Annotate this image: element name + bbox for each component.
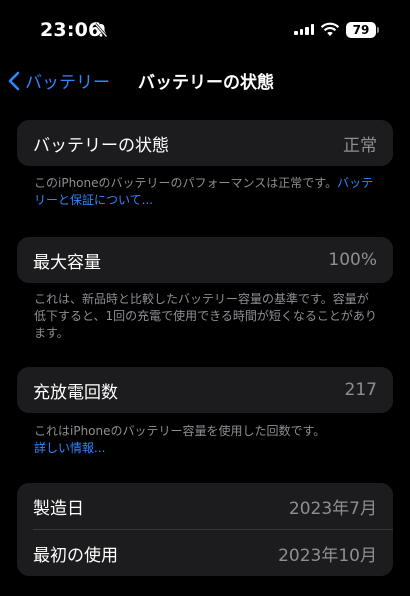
maximum-capacity-footnote: これは、新品時と比較したバッテリー容量の基準です。容量が低下すると、1回の充電で… bbox=[34, 292, 377, 340]
back-button[interactable]: バッテリー bbox=[8, 68, 110, 93]
back-button-label: バッテリー bbox=[25, 73, 110, 93]
manufacture-date-value: 2023年7月 bbox=[288, 498, 377, 519]
first-use-row: 最初の使用 2023年10月 bbox=[17, 530, 393, 576]
battery-health-label: バッテリーの状態 bbox=[33, 135, 169, 156]
cycle-count-footnote: これはiPhoneのバッテリー容量を使用した回数です。 詳しい情報... bbox=[34, 423, 379, 457]
maximum-capacity-value: 100% bbox=[328, 250, 377, 270]
maximum-capacity-row: 最大容量 100% bbox=[17, 237, 393, 283]
battery-health-footnote: このiPhoneのバッテリーのパフォーマンスは正常です。バッテリーと保証について… bbox=[34, 175, 379, 209]
battery-icon: 79 bbox=[346, 22, 376, 38]
battery-health-value: 正常 bbox=[343, 135, 377, 156]
chevron-left-icon bbox=[8, 71, 20, 90]
cellular-signal-icon bbox=[294, 24, 314, 35]
manufacture-date-row: 製造日 2023年7月 bbox=[17, 483, 393, 529]
battery-tip bbox=[377, 27, 379, 33]
cycle-count-row: 充放電回数 217 bbox=[17, 367, 393, 413]
maximum-capacity-label: 最大容量 bbox=[33, 252, 101, 273]
cycle-count-card: 充放電回数 217 bbox=[17, 367, 393, 413]
battery-health-footnote-text: このiPhoneのバッテリーのパフォーマンスは正常です。 bbox=[34, 176, 338, 190]
first-use-value: 2023年10月 bbox=[278, 545, 377, 566]
wifi-icon bbox=[320, 22, 340, 36]
battery-health-row: バッテリーの状態 正常 bbox=[17, 120, 393, 166]
learn-more-link[interactable]: 詳しい情報... bbox=[34, 441, 105, 455]
cycle-count-label: 充放電回数 bbox=[33, 382, 118, 403]
maximum-capacity-card: 最大容量 100% bbox=[17, 237, 393, 283]
silent-bell-icon bbox=[94, 23, 108, 38]
navigation-bar: バッテリー バッテリーの状態 bbox=[0, 60, 410, 98]
battery-health-card: バッテリーの状態 正常 bbox=[17, 120, 393, 166]
status-bar: 23:06 79 bbox=[0, 0, 410, 60]
dates-card: 製造日 2023年7月 最初の使用 2023年10月 bbox=[17, 483, 393, 576]
page-title: バッテリーの状態 bbox=[138, 73, 274, 93]
manufacture-date-label: 製造日 bbox=[33, 498, 84, 519]
cycle-count-footnote-text: これはiPhoneのバッテリー容量を使用した回数です。 bbox=[34, 424, 326, 438]
first-use-label: 最初の使用 bbox=[33, 545, 118, 566]
cycle-count-value: 217 bbox=[344, 380, 377, 400]
